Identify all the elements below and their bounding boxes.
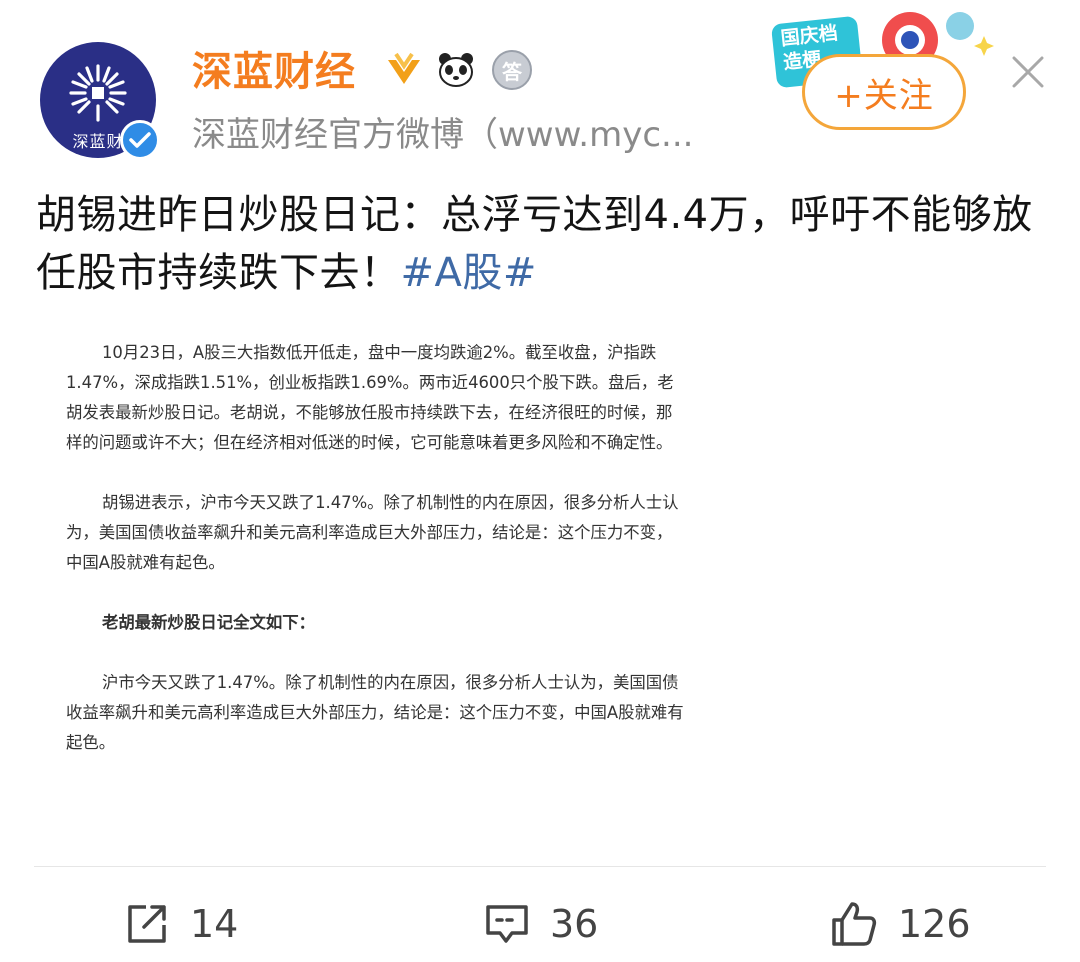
article-paragraph: 10月23日，A股三大指数低开低走，盘中一度均跌逾2%。截至收盘，沪指跌1.47… bbox=[66, 343, 674, 452]
share-icon bbox=[128, 905, 166, 943]
like-count: 126 bbox=[898, 902, 971, 946]
comment-count: 36 bbox=[550, 902, 599, 946]
comment-button[interactable]: 36 bbox=[484, 896, 598, 952]
article-subheading: 老胡最新炒股日记全文如下： bbox=[102, 613, 316, 632]
article-image[interactable]: 10月23日，A股三大指数低开低走，盘中一度均跌逾2%。截至收盘，沪指跌1.47… bbox=[66, 338, 688, 788]
divider bbox=[34, 866, 1046, 867]
follow-button[interactable]: +关注 bbox=[802, 54, 966, 130]
hashtag-link[interactable]: #A股# bbox=[401, 250, 537, 296]
account-name[interactable]: 深蓝财经 bbox=[192, 46, 356, 98]
article-paragraph: 沪市今天又跌了1.47%。除了机制性的内在原因，很多分析人士认为，美国国债收益率… bbox=[66, 673, 684, 752]
share-count: 14 bbox=[190, 902, 239, 946]
like-button[interactable]: 126 bbox=[830, 896, 971, 952]
comment-icon bbox=[486, 905, 528, 943]
account-subtitle: 深蓝财经官方微博（www.myc... bbox=[192, 115, 694, 155]
panda-badge-icon[interactable] bbox=[436, 50, 476, 90]
verified-icon bbox=[120, 120, 160, 160]
article-paragraph: 胡锡进表示，沪市今天又跌了1.47%。除了机制性的内在原因，很多分析人士认为，美… bbox=[66, 493, 679, 572]
post-headline: 胡锡进昨日炒股日记：总浮亏达到4.4万，呼吁不能够放任股市持续跌下去！#A股# bbox=[36, 186, 1051, 302]
silver-medal-badge-icon[interactable]: 答 bbox=[492, 50, 532, 90]
medal-char: 答 bbox=[502, 59, 522, 84]
close-icon[interactable] bbox=[1010, 54, 1046, 90]
gold-v-badge-icon[interactable] bbox=[384, 50, 424, 90]
thumbs-up-icon bbox=[832, 902, 877, 946]
share-button[interactable]: 14 bbox=[124, 896, 238, 952]
